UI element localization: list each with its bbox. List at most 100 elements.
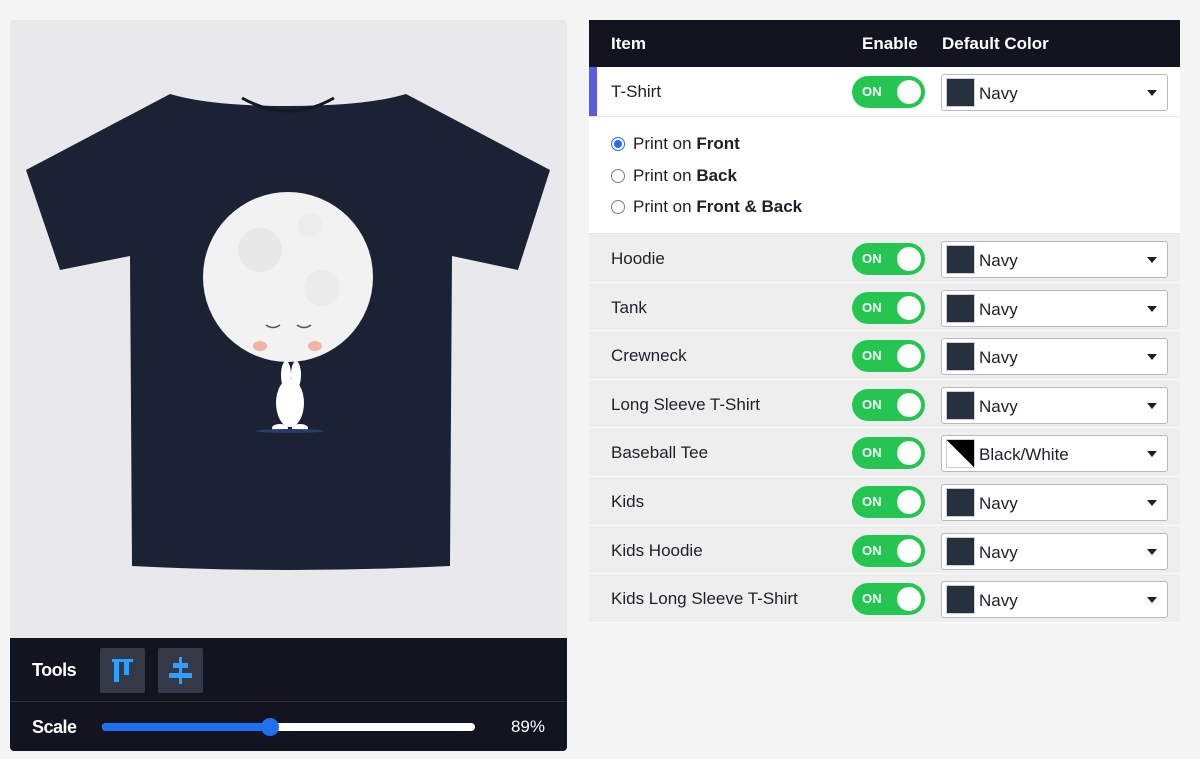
- enable-toggle[interactable]: ON: [852, 291, 925, 324]
- default-color-select[interactable]: Navy: [941, 289, 1168, 327]
- toggle-knob: [897, 295, 921, 320]
- tools-label: Tools: [32, 660, 77, 680]
- chevron-down-icon: [1147, 402, 1157, 409]
- header-item: Item: [611, 34, 646, 53]
- align-top-button[interactable]: [100, 648, 145, 693]
- enable-toggle[interactable]: ON: [852, 243, 925, 275]
- enable-toggle[interactable]: ON: [852, 485, 925, 518]
- toggle-knob: [897, 538, 921, 563]
- default-color-select[interactable]: Navy: [941, 581, 1168, 619]
- color-name: Navy: [979, 299, 1018, 319]
- default-color-select[interactable]: Navy: [941, 483, 1168, 521]
- table-rows: T-Shirt ON Navy Print on Front Print on Back…: [589, 67, 1180, 623]
- toggle-knob: [897, 344, 921, 369]
- color-swatch: [946, 439, 975, 469]
- toggle-on-label: ON: [862, 542, 882, 558]
- table-header: Item Enable Default Color: [589, 20, 1180, 67]
- row-item-label: Kids Long Sleeve T-Shirt: [611, 589, 798, 609]
- chevron-down-icon: [1147, 305, 1157, 312]
- toggle-on-label: ON: [862, 251, 882, 266]
- table-row[interactable]: Kids ON Navy: [589, 476, 1180, 526]
- moon-illustration: [203, 192, 373, 362]
- default-color-select[interactable]: Navy: [941, 338, 1168, 376]
- chevron-down-icon: [1147, 451, 1157, 458]
- row-item-label: Hoodie: [611, 249, 665, 268]
- toggle-on-label: ON: [862, 396, 882, 412]
- color-name: Navy: [979, 591, 1018, 611]
- color-name: Navy: [979, 396, 1018, 416]
- print-option-prefix: Print on: [633, 134, 697, 153]
- toggle-on-label: ON: [862, 348, 882, 364]
- color-swatch: [946, 487, 975, 517]
- print-option-label: Print on Front & Back: [633, 197, 802, 217]
- toggle-knob: [897, 489, 921, 514]
- color-swatch: [946, 585, 975, 615]
- default-color-select[interactable]: Navy: [941, 386, 1168, 424]
- chevron-down-icon: [1147, 499, 1157, 506]
- color-swatch: [946, 293, 975, 323]
- print-option-location: Front: [696, 134, 740, 153]
- table-row[interactable]: Baseball Tee ON Black/White: [589, 428, 1180, 477]
- table-row[interactable]: Kids Hoodie ON Navy: [589, 525, 1180, 575]
- enable-toggle[interactable]: ON: [852, 534, 925, 567]
- color-swatch: [946, 536, 975, 566]
- enable-toggle[interactable]: ON: [852, 388, 925, 421]
- toggle-knob: [897, 247, 921, 271]
- toggle-on-label: ON: [862, 84, 882, 99]
- scale-label: Scale: [32, 717, 77, 737]
- scale-value: 89%: [510, 717, 545, 736]
- color-name: Navy: [979, 84, 1018, 103]
- color-swatch: [946, 342, 975, 372]
- print-option-label: Print on Back: [633, 166, 737, 186]
- scale-slider[interactable]: [102, 718, 475, 736]
- table-row[interactable]: Crewneck ON Navy: [589, 331, 1180, 380]
- table-row[interactable]: Hoodie ON Navy: [589, 234, 1180, 283]
- table-row[interactable]: T-Shirt ON Navy: [589, 67, 1180, 117]
- default-color-select[interactable]: Navy: [941, 241, 1168, 278]
- row-item-label: Long Sleeve T-Shirt: [611, 394, 760, 414]
- radio-button[interactable]: [611, 200, 625, 214]
- header-default-color: Default Color: [942, 34, 1049, 53]
- product-preview-panel: Tools Scale 89%: [10, 20, 567, 751]
- color-swatch: [946, 245, 975, 274]
- color-name: Navy: [979, 348, 1018, 368]
- color-swatch: [946, 390, 975, 420]
- radio-button[interactable]: [611, 168, 625, 183]
- table-row[interactable]: Kids Long Sleeve T-Shirt ON Navy: [589, 574, 1180, 623]
- print-option-location: Front & Back: [696, 197, 803, 216]
- toggle-on-label: ON: [862, 591, 882, 607]
- chevron-down-icon: [1147, 90, 1157, 96]
- enable-toggle[interactable]: ON: [852, 340, 925, 373]
- header-enable: Enable: [862, 34, 918, 53]
- toggle-on-label: ON: [862, 299, 882, 315]
- radio-button[interactable]: [611, 137, 625, 151]
- table-row[interactable]: Tank ON Navy: [589, 282, 1180, 332]
- row-item-label: Tank: [611, 297, 647, 317]
- align-center-icon: [169, 657, 192, 684]
- default-color-select[interactable]: Navy: [941, 532, 1168, 570]
- enable-toggle[interactable]: ON: [852, 76, 925, 108]
- row-item-label: Kids Hoodie: [611, 540, 703, 560]
- scale-slider-fill: [102, 723, 270, 731]
- default-color-select[interactable]: Black/White: [941, 435, 1168, 473]
- toggle-knob: [897, 441, 921, 466]
- design-preview-area: [10, 20, 567, 638]
- tools-row: Tools: [10, 638, 567, 702]
- chevron-down-icon: [1147, 354, 1157, 361]
- align-center-button[interactable]: [158, 648, 203, 693]
- print-location-options: Print on Front Print on Back Print on Fron…: [589, 117, 1180, 234]
- toggle-knob: [897, 587, 921, 612]
- chevron-down-icon: [1147, 597, 1157, 604]
- scale-slider-thumb[interactable]: [260, 718, 279, 736]
- table-row[interactable]: Long Sleeve T-Shirt ON Navy: [589, 379, 1180, 429]
- print-option-prefix: Print on: [633, 197, 697, 216]
- enable-toggle[interactable]: ON: [852, 437, 925, 470]
- toggle-on-label: ON: [862, 445, 882, 461]
- scale-row: Scale 89%: [10, 702, 567, 751]
- default-color-select[interactable]: Navy: [941, 74, 1168, 111]
- print-option-prefix: Print on: [633, 165, 697, 185]
- print-option-label: Print on Front: [633, 134, 740, 154]
- enable-toggle[interactable]: ON: [852, 583, 925, 616]
- color-name: Navy: [979, 542, 1018, 562]
- chevron-down-icon: [1147, 548, 1157, 555]
